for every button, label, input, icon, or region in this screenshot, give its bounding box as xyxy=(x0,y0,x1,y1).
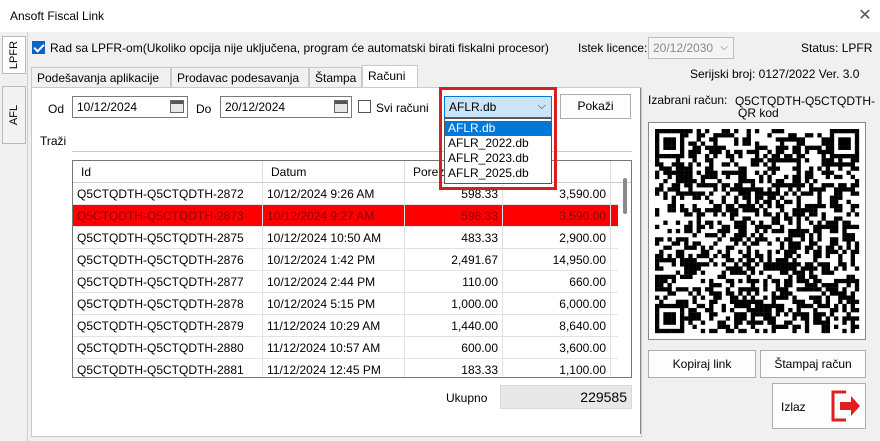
table-cell: Q5CTQDTH-Q5CTQDTH-2876 xyxy=(73,249,263,271)
to-date-value: 20/12/2024 xyxy=(225,100,286,114)
all-receipts-label: Svi računi xyxy=(376,101,429,115)
column-header-id[interactable]: Id xyxy=(73,161,263,183)
show-button[interactable]: Pokaži xyxy=(560,94,631,119)
table-cell: 110.00 xyxy=(405,271,503,293)
table-cell: 10/12/2024 5:15 PM xyxy=(263,293,405,315)
tab-label: Prodavac podesavanja xyxy=(177,71,300,85)
calendar-icon[interactable] xyxy=(170,100,184,113)
table-scrollbar-thumb[interactable] xyxy=(623,178,627,214)
serial-label: Serijski broj: 0127/2022 Ver. 3.0 xyxy=(690,67,860,81)
lpfr-checkbox[interactable] xyxy=(32,41,45,54)
table-row[interactable]: Q5CTQDTH-Q5CTQDTH-2879 11/12/2024 10:29 A… xyxy=(73,315,618,337)
table-cell: Q5CTQDTH-Q5CTQDTH-2878 xyxy=(73,293,263,315)
table-cell: 10/12/2024 1:42 PM xyxy=(263,249,405,271)
table-row[interactable]: Q5CTQDTH-Q5CTQDTH-2881 11/12/2024 12:45 P… xyxy=(73,359,618,377)
tab-print[interactable]: Štampa xyxy=(309,67,362,87)
lpfr-checkbox-label: Rad sa LPFR-om(Ukoliko opcija nije uklju… xyxy=(50,41,549,55)
side-tab-lpfr[interactable]: LPFR xyxy=(2,36,26,74)
copy-link-button[interactable]: Kopiraj link xyxy=(648,350,756,378)
table-cell: 660.00 xyxy=(503,271,611,293)
chevron-down-icon: ⌵ xyxy=(720,42,728,53)
tab-app-settings[interactable]: Podešavanja aplikacije xyxy=(31,67,171,87)
search-label: Traži xyxy=(40,134,67,148)
table-cell: 11/12/2024 12:45 PM xyxy=(263,359,405,377)
from-label: Od xyxy=(48,102,65,116)
licence-select[interactable]: 20/12/2030 ⌵ xyxy=(648,37,734,59)
from-date-value: 10/12/2024 xyxy=(77,100,138,114)
total-value: 229585 xyxy=(500,385,632,409)
table-cell: 598.33 xyxy=(405,205,503,227)
table-cell: Q5CTQDTH-Q5CTQDTH-2877 xyxy=(73,271,263,293)
total-label: Ukupno xyxy=(446,391,488,405)
panel-divider xyxy=(640,88,641,434)
side-tab-afl[interactable]: AFL xyxy=(2,86,26,144)
table-row[interactable]: Q5CTQDTH-Q5CTQDTH-2878 10/12/2024 5:15 PM… xyxy=(73,293,618,315)
table-cell: 11/12/2024 10:57 AM xyxy=(263,337,405,359)
table-cell: 2,491.67 xyxy=(405,249,503,271)
side-tab-label: LPFR xyxy=(8,40,20,70)
table-cell: 10/12/2024 9:27 AM xyxy=(263,205,405,227)
table-cell: 1,100.00 xyxy=(503,359,611,377)
exit-icon xyxy=(831,390,860,422)
calendar-icon[interactable] xyxy=(334,100,348,113)
qr-label: QR kod xyxy=(738,106,779,120)
table-cell: 10/12/2024 9:26 AM xyxy=(263,183,405,205)
tab-receipts[interactable]: Računi xyxy=(362,65,418,88)
close-icon[interactable]: ✕ xyxy=(856,7,874,25)
table-row[interactable]: Q5CTQDTH-Q5CTQDTH-2880 11/12/2024 10:57 A… xyxy=(73,337,618,359)
table-cell: Q5CTQDTH-Q5CTQDTH-2875 xyxy=(73,227,263,249)
table-cell: Q5CTQDTH-Q5CTQDTH-2880 xyxy=(73,337,263,359)
table-cell: 483.33 xyxy=(405,227,503,249)
tab-label: Štampa xyxy=(315,71,357,85)
licence-label: Istek licence: xyxy=(578,41,648,55)
to-label: Do xyxy=(196,102,212,116)
all-receipts-checkbox[interactable] xyxy=(358,100,371,113)
table-row[interactable]: Q5CTQDTH-Q5CTQDTH-2876 10/12/2024 1:42 PM… xyxy=(73,249,618,271)
table-cell: 183.33 xyxy=(405,359,503,377)
qr-code xyxy=(648,122,866,340)
tab-label: Podešavanja aplikacije xyxy=(37,71,160,85)
receipts-table: Id Datum Porez Q5CTQDTH-Q5CTQDTH-2872 10/… xyxy=(72,160,632,378)
highlight-frame xyxy=(439,87,557,190)
table-cell: 3,590.00 xyxy=(503,205,611,227)
table-cell: 11/12/2024 10:29 AM xyxy=(263,315,405,337)
table-cell: Q5CTQDTH-Q5CTQDTH-2879 xyxy=(73,315,263,337)
from-date-picker[interactable]: 10/12/2024 xyxy=(72,96,188,118)
exit-button-label: Izlaz xyxy=(781,400,806,414)
to-date-picker[interactable]: 20/12/2024 xyxy=(220,96,352,118)
print-receipt-button[interactable]: Štampaj račun xyxy=(760,350,866,378)
table-cell: 3,600.00 xyxy=(503,337,611,359)
licence-value: 20/12/2030 xyxy=(653,41,714,55)
table-cell: 10/12/2024 2:44 PM xyxy=(263,271,405,293)
tab-seller-settings[interactable]: Prodavac podesavanja xyxy=(171,67,309,87)
table-cell: 1,440.00 xyxy=(405,315,503,337)
table-cell: 1,000.00 xyxy=(405,293,503,315)
table-cell: Q5CTQDTH-Q5CTQDTH-2872 xyxy=(73,183,263,205)
tab-label: Računi xyxy=(368,69,406,83)
status-label: Status: LPFR xyxy=(801,41,873,55)
table-cell: Q5CTQDTH-Q5CTQDTH-2881 xyxy=(73,359,263,377)
table-cell: 6,000.00 xyxy=(503,293,611,315)
table-row[interactable]: Q5CTQDTH-Q5CTQDTH-2875 10/12/2024 10:50 A… xyxy=(73,227,618,249)
table-cell: 600.00 xyxy=(405,337,503,359)
column-header-date[interactable]: Datum xyxy=(263,161,405,183)
window-title: Ansoft Fiscal Link xyxy=(10,9,105,23)
selected-receipt-label: Izabrani račun: xyxy=(648,93,728,107)
table-cell: 10/12/2024 10:50 AM xyxy=(263,227,405,249)
table-cell: 2,900.00 xyxy=(503,227,611,249)
table-cell: 8,640.00 xyxy=(503,315,611,337)
table-cell: 14,950.00 xyxy=(503,249,611,271)
side-tab-label: AFL xyxy=(8,104,20,126)
table-cell: Q5CTQDTH-Q5CTQDTH-2873 xyxy=(73,205,263,227)
qr-code-image xyxy=(655,129,860,334)
title-bar: Ansoft Fiscal Link ✕ xyxy=(0,0,880,32)
table-row[interactable]: Q5CTQDTH-Q5CTQDTH-2873 10/12/2024 9:27 AM… xyxy=(73,205,618,227)
table-row[interactable]: Q5CTQDTH-Q5CTQDTH-2877 10/12/2024 2:44 PM… xyxy=(73,271,618,293)
